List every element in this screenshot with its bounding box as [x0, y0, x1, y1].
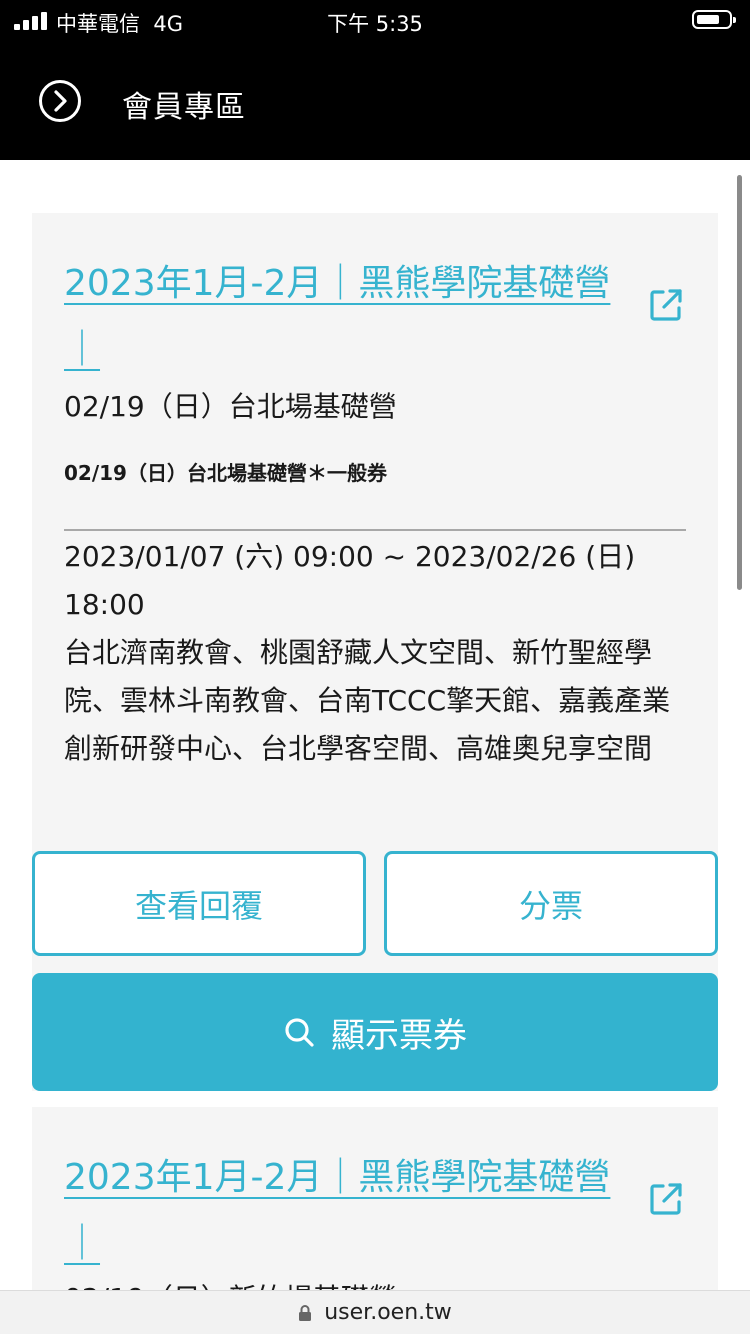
divider — [64, 529, 686, 531]
session-title: 02/19（日）台北場基礎營 — [64, 390, 397, 423]
circle-chevron-right-icon — [39, 80, 81, 122]
external-link-icon[interactable] — [646, 1179, 686, 1219]
browser-url-bar[interactable]: user.oen.tw — [0, 1290, 750, 1334]
page-scrollbar[interactable] — [737, 175, 742, 590]
battery-icon — [692, 10, 736, 29]
status-time: 下午 5:35 — [327, 12, 423, 36]
event-period: 2023/01/07 (六) 09:00 ~ 2023/02/26 (日) 18… — [64, 540, 636, 621]
split-ticket-button[interactable]: 分票 — [384, 851, 718, 956]
view-replies-button[interactable]: 查看回覆 — [32, 851, 366, 956]
event-title-link[interactable]: 2023年1月-2月｜黑熊學院基礎營｜ — [64, 251, 614, 383]
search-icon — [285, 1018, 314, 1047]
show-ticket-button[interactable]: 顯示票券 — [32, 973, 718, 1091]
lock-icon — [299, 1304, 312, 1321]
ticket-type: 02/19（日）台北場基礎營＊一般券 — [64, 461, 387, 485]
app-header: 中華電信 4G 下午 5:35 會員專區 — [0, 0, 750, 160]
ticket-card: 2023年1月-2月｜黑熊學院基礎營｜ 02/19（日）台北場基礎營 02/19… — [32, 213, 718, 1091]
split-ticket-label: 分票 — [518, 886, 583, 925]
event-title-link[interactable]: 2023年1月-2月｜黑熊學院基礎營｜ — [64, 1145, 614, 1277]
status-bar: 中華電信 4G 下午 5:35 — [0, 0, 750, 42]
view-replies-label: 查看回覆 — [134, 886, 263, 925]
url-text: user.oen.tw — [324, 1300, 452, 1325]
page-title: 會員專區 — [122, 90, 246, 125]
show-ticket-label: 顯示票券 — [331, 1015, 467, 1056]
event-venues: 台北濟南教會、桃園舒藏人文空間、新竹聖經學院、雲林斗南教會、台南TCCC擎天館、… — [64, 636, 671, 765]
external-link-icon[interactable] — [646, 285, 686, 325]
menu-toggle-button[interactable] — [38, 79, 82, 123]
